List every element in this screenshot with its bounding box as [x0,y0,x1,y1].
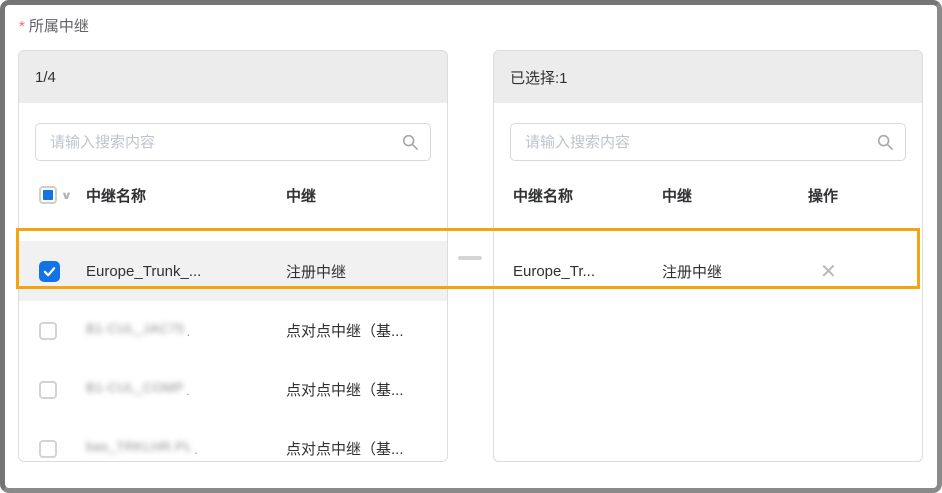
row-type: 点对点中继（基... [286,320,447,341]
source-search [35,123,431,161]
row-type: 点对点中继（基... [286,438,447,459]
required-asterisk: * [19,18,25,35]
target-col-action: 操作 [808,185,922,206]
field-label: *所属中继 [19,15,89,36]
row-type: 点对点中继（基... [286,379,447,400]
target-panel-header: 已选择:1 [494,51,922,103]
source-col-type: 中继 [286,185,447,206]
source-panel: 1/4 ∨ 中继名称 中继 Eur [18,50,448,462]
row-checkbox[interactable] [39,381,57,399]
table-row[interactable]: B1-CUL_JAC75. 点对点中继（基... [19,301,447,360]
link-dash-icon [458,256,482,260]
table-row[interactable]: Europe_Tr... 注册中继 ✕ [494,241,922,301]
target-col-type: 中继 [662,185,808,206]
table-row[interactable]: Europe_Trunk_... 注册中继 [19,241,447,301]
row-name: Europe_Tr... [513,263,662,280]
target-panel: 已选择:1 中继名称 中继 操作 Europe_Tr... 注册中继 ✕ [493,50,923,462]
source-col-name: 中继名称 [86,185,286,206]
row-checkbox[interactable] [39,440,57,458]
field-label-text: 所属中继 [29,18,89,35]
search-icon [401,133,419,151]
row-name: Europe_Trunk_... [86,263,286,280]
target-search-input[interactable] [510,123,906,161]
selected-count-label: 已选择:1 [510,67,568,88]
chevron-down-icon[interactable]: ∨ [61,189,73,202]
row-checkbox-checked[interactable] [39,261,60,282]
row-name-redacted: B1-CUL_JAC75 [86,321,185,336]
row-name-redacted: B1-CUL_COMP [86,380,184,395]
target-col-name: 中继名称 [513,185,662,206]
select-all-checkbox[interactable] [39,186,57,204]
source-rows: Europe_Trunk_... 注册中继 B1-CUL_JAC75. 点对点中… [19,241,447,462]
row-type: 注册中继 [286,261,447,282]
source-table-header: ∨ 中继名称 中继 [19,171,447,219]
source-panel-header: 1/4 [19,51,447,103]
remove-icon[interactable]: ✕ [820,259,837,283]
row-checkbox[interactable] [39,322,57,340]
target-rows: Europe_Tr... 注册中继 ✕ [494,241,922,301]
table-row[interactable]: bas_TRKLHR.PL. 点对点中继（基... [19,419,447,462]
source-count-label: 1/4 [35,69,56,86]
source-search-input[interactable] [35,123,431,161]
row-type: 注册中继 [662,261,808,282]
target-search [510,123,906,161]
trunk-transfer-widget: *所属中继 1/4 ∨ 中继名称 中继 [0,0,942,493]
table-row[interactable]: B1-CUL_COMP. 点对点中继（基... [19,360,447,419]
row-name-redacted: bas_TRKLHR.PL [86,439,192,454]
search-icon [876,133,894,151]
target-table-header: 中继名称 中继 操作 [494,171,922,219]
